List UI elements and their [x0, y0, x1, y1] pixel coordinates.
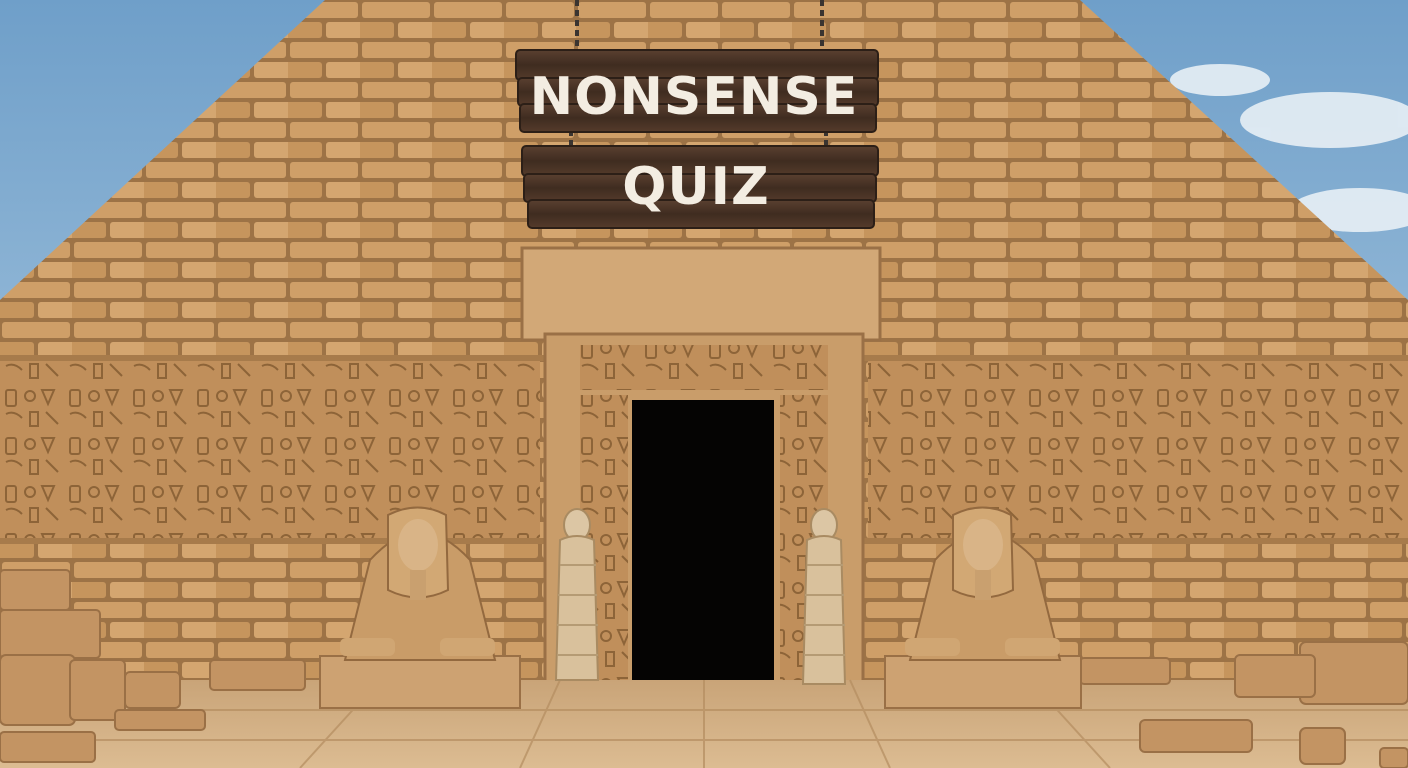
hieroglyph-frieze-right	[868, 360, 1408, 540]
entrance-doorway[interactable]	[632, 400, 774, 682]
title-line-2: QUIZ	[622, 157, 769, 217]
hieroglyph-frieze-left	[0, 360, 540, 540]
title-line-1: NONSENSE	[530, 67, 859, 127]
game-scene: NONSENSE QUIZ	[0, 0, 1408, 768]
